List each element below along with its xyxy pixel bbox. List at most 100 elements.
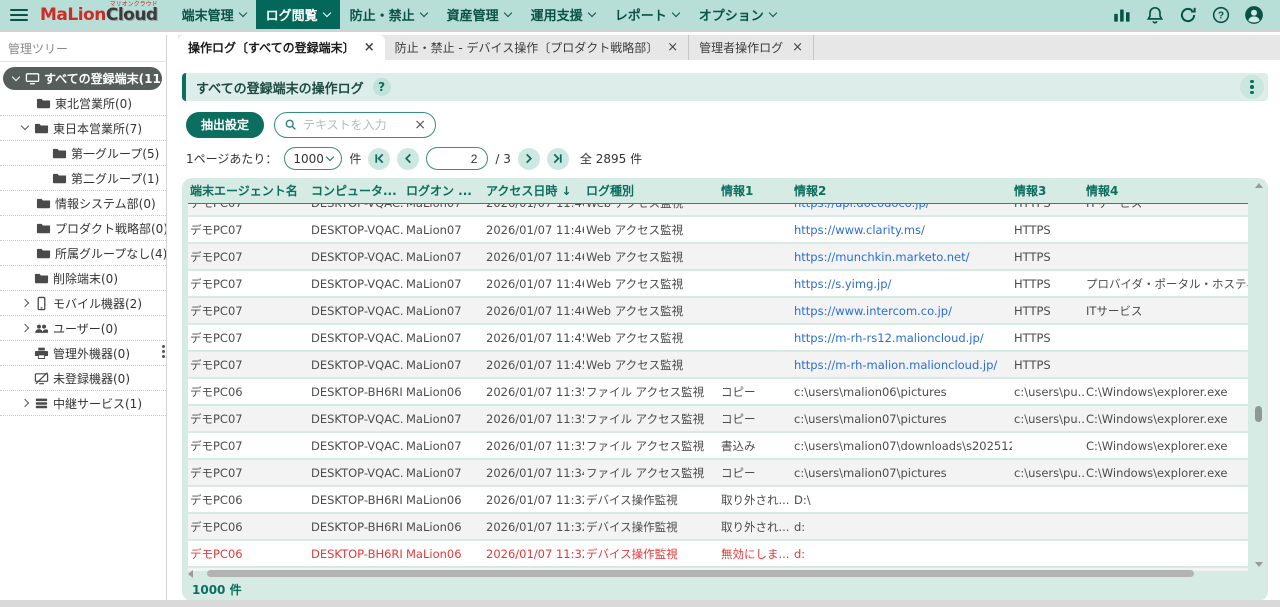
- chevron-down-icon[interactable]: [18, 125, 32, 131]
- horizontal-scrollbar[interactable]: [188, 569, 1246, 578]
- cell-type: Web アクセス監視: [584, 330, 719, 346]
- tree-item[interactable]: 情報システム部(0): [0, 191, 166, 216]
- table-row[interactable]: デモPC07DESKTOP-VQAC...MaLion072026/01/07 …: [188, 352, 1248, 379]
- cell-info3: c:\users\pu...: [1012, 466, 1084, 480]
- table-row[interactable]: デモPC06DESKTOP-BH6RI...MaLion062026/01/07…: [188, 379, 1248, 406]
- cell-type: Web アクセス監視: [584, 249, 719, 265]
- column-header[interactable]: ログ種別: [584, 182, 719, 199]
- cell-computer: DESKTOP-VQAC...: [309, 466, 404, 480]
- chevron-right-icon[interactable]: [18, 300, 32, 306]
- tree-item-label: 第一グループ(5): [71, 145, 159, 162]
- log-link[interactable]: https://www.clarity.ms/: [792, 223, 1012, 237]
- logo-part1: MaLion: [40, 5, 106, 25]
- close-icon[interactable]: ×: [667, 41, 678, 54]
- cell-info2: D:\: [792, 493, 1012, 507]
- cell-info1: 無効にしま...: [719, 546, 792, 562]
- column-header[interactable]: 情報2: [792, 182, 1012, 199]
- nav-item[interactable]: 端末管理: [172, 0, 256, 29]
- clear-search-icon[interactable]: ×: [414, 118, 426, 132]
- column-header[interactable]: アクセス日時↓: [484, 182, 584, 199]
- close-icon[interactable]: ×: [792, 41, 803, 54]
- nav-item[interactable]: 防止・禁止: [340, 0, 437, 29]
- scroll-left-icon[interactable]: [188, 570, 193, 578]
- tree-item[interactable]: 東北営業所(0): [0, 91, 166, 116]
- table-row[interactable]: デモPC06DESKTOP-BH6RI...MaLion062026/01/07…: [188, 514, 1248, 541]
- refresh-button[interactable]: [1176, 3, 1200, 27]
- chevron-right-icon[interactable]: [18, 325, 32, 331]
- tree-item[interactable]: ユーザー(0): [0, 316, 166, 341]
- kebab-icon[interactable]: [162, 345, 165, 358]
- log-link[interactable]: https://www.intercom.co.jp/: [792, 304, 1012, 318]
- account-button[interactable]: [1242, 3, 1266, 27]
- tree-item[interactable]: 管理外機器(0): [0, 341, 166, 366]
- cell-datetime: 2026/01/07 11:45:20: [484, 331, 584, 345]
- scroll-down-icon[interactable]: [1255, 562, 1263, 567]
- log-link[interactable]: https://m-rh-malion.malioncloud.jp/: [792, 358, 1012, 372]
- last-page-button[interactable]: [547, 148, 569, 170]
- tab[interactable]: 操作ログ〔すべての登録端末〕×: [178, 35, 385, 60]
- table-row[interactable]: デモPC07DESKTOP-VQAC...MaLion072026/01/07 …: [188, 460, 1248, 487]
- cell-logon: MaLion07: [404, 223, 484, 237]
- table-row[interactable]: デモPC07DESKTOP-VQAC...MaLion072026/01/07 …: [188, 433, 1248, 460]
- help-button[interactable]: ?: [1209, 3, 1233, 27]
- extract-settings-button[interactable]: 抽出設定: [186, 112, 264, 138]
- table-row[interactable]: デモPC07DESKTOP-VQAC...MaLion072026/01/07 …: [188, 204, 1248, 217]
- chevron-down-icon[interactable]: [9, 76, 23, 82]
- scroll-up-icon[interactable]: [1255, 183, 1263, 188]
- hamburger-menu-icon[interactable]: [10, 9, 28, 21]
- log-link[interactable]: https://api.docodoco.jp/: [792, 204, 1012, 210]
- nav-item[interactable]: 資産管理: [437, 0, 521, 29]
- tab[interactable]: 管理者操作ログ×: [689, 35, 814, 60]
- log-link[interactable]: https://s.yimg.jp/: [792, 277, 1012, 291]
- nav-item[interactable]: 運用支援: [521, 0, 605, 29]
- log-link[interactable]: https://m-rh-rs12.malioncloud.jp/: [792, 331, 1012, 345]
- help-icon[interactable]: ?: [373, 78, 391, 96]
- vertical-scrollbar-thumb[interactable]: [1255, 406, 1262, 422]
- next-page-button[interactable]: [518, 148, 540, 170]
- nav-item[interactable]: オプション: [689, 0, 786, 29]
- first-page-button[interactable]: [368, 148, 390, 170]
- tree-item[interactable]: プロダクト戦略部(0): [0, 216, 166, 241]
- column-header[interactable]: ログオン ...: [404, 182, 484, 199]
- table-row[interactable]: デモPC07DESKTOP-VQAC...MaLion072026/01/07 …: [188, 406, 1248, 433]
- chevron-right-icon[interactable]: [18, 400, 32, 406]
- table-row[interactable]: デモPC07DESKTOP-VQAC...MaLion072026/01/07 …: [188, 244, 1248, 271]
- tree-item[interactable]: 中継サービス(1): [0, 391, 166, 416]
- tab[interactable]: 防止・禁止 - デバイス操作〔プロダクト戦略部〕×: [385, 35, 690, 60]
- column-header[interactable]: 情報1: [719, 182, 792, 199]
- tree-item[interactable]: 第二グループ(1): [0, 166, 166, 191]
- table-row[interactable]: デモPC07DESKTOP-VQAC...MaLion072026/01/07 …: [188, 271, 1248, 298]
- bell-button[interactable]: [1143, 3, 1167, 27]
- tree-item[interactable]: 削除端末(0): [0, 266, 166, 291]
- search-input[interactable]: [303, 118, 408, 132]
- nav-item[interactable]: レポート: [605, 0, 689, 29]
- table-row[interactable]: デモPC07DESKTOP-VQAC...MaLion072026/01/07 …: [188, 217, 1248, 244]
- table-row[interactable]: デモPC07DESKTOP-VQAC...MaLion072026/01/07 …: [188, 325, 1248, 352]
- vertical-scrollbar[interactable]: [1252, 181, 1265, 569]
- table-row[interactable]: デモPC06DESKTOP-BH6RI...MaLion062026/01/07…: [188, 487, 1248, 514]
- column-header[interactable]: 情報4: [1084, 182, 1248, 199]
- column-header[interactable]: 端末エージェント名: [188, 182, 309, 199]
- table-row[interactable]: デモPC07DESKTOP-VQAC...MaLion072026/01/07 …: [188, 298, 1248, 325]
- tree-item[interactable]: すべての登録端末(11): [3, 67, 162, 90]
- close-icon[interactable]: ×: [364, 41, 375, 54]
- prev-page-button[interactable]: [397, 148, 419, 170]
- tree-item[interactable]: 第一グループ(5): [0, 141, 166, 166]
- panel-menu-button[interactable]: [1240, 75, 1264, 99]
- tree-item[interactable]: 所属グループなし(4): [0, 241, 166, 266]
- tree-item[interactable]: 未登録機器(0): [0, 366, 166, 391]
- page-number-input[interactable]: [437, 152, 477, 166]
- tree-item[interactable]: 東日本営業所(7): [0, 116, 166, 141]
- column-header[interactable]: コンピュータ...: [309, 182, 404, 199]
- cell-computer: DESKTOP-BH6RI...: [309, 520, 404, 534]
- nav-item[interactable]: ログ閲覧: [256, 0, 340, 29]
- cell-info4: C:\Windows\explorer.exe: [1084, 412, 1248, 426]
- table-row[interactable]: デモPC06DESKTOP-BH6RI...MaLion062026/01/07…: [188, 541, 1248, 568]
- cell-info2: d:: [792, 520, 1012, 534]
- column-header[interactable]: 情報3: [1012, 182, 1084, 199]
- stats-button[interactable]: [1110, 3, 1134, 27]
- per-page-select[interactable]: 1000: [284, 147, 342, 170]
- horizontal-scrollbar-thumb[interactable]: [207, 570, 1193, 577]
- tree-item[interactable]: モバイル機器(2): [0, 291, 166, 316]
- log-link[interactable]: https://munchkin.marketo.net/: [792, 250, 1012, 264]
